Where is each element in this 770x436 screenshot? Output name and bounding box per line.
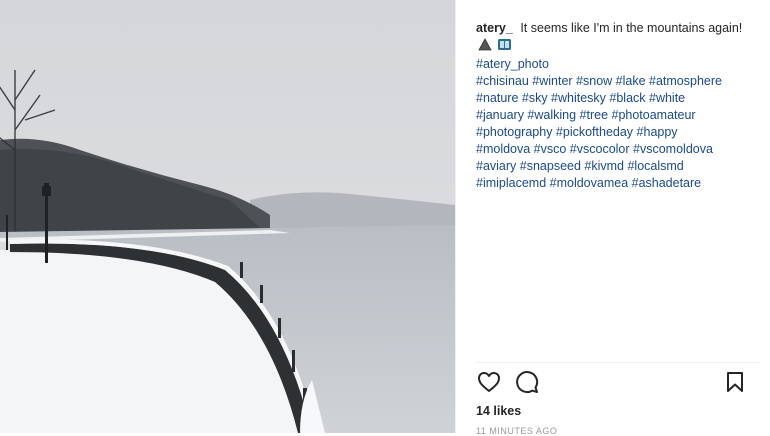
actions-divider (476, 362, 760, 363)
hashtag-line[interactable]: #imiplacemd #moldovamea #ashadetare (476, 175, 761, 192)
post-side-panel: atery_ It seems like I'm in the mountain… (455, 0, 770, 436)
save-button[interactable] (722, 371, 748, 397)
hashtag-line[interactable]: #aviary #snapseed #kivmd #localsmd (476, 158, 761, 175)
instagram-post: atery_ It seems like I'm in the mountain… (0, 0, 770, 436)
comment-button[interactable] (514, 370, 540, 399)
likes-count[interactable]: 14 likes (476, 404, 521, 418)
snowy-lake-photo (0, 0, 455, 433)
post-timestamp: 11 MINUTES AGO (476, 426, 558, 436)
book-emoji (497, 38, 512, 56)
like-button[interactable] (476, 371, 502, 397)
hashtag-line[interactable]: #atery_photo (476, 56, 761, 73)
bookmark-outline-icon (726, 371, 744, 398)
hashtag-line[interactable]: #chisinau #winter #snow #lake #atmospher… (476, 73, 761, 90)
hashtag-line[interactable]: #nature #sky #whitesky #black #white (476, 90, 761, 107)
hashtag-line[interactable]: #january #walking #tree #photoamateur (476, 107, 761, 124)
caption-text: It seems like I'm in the mountains again… (520, 21, 743, 35)
comment-bubble-icon (515, 370, 539, 399)
warning-sign-emoji (478, 38, 492, 56)
hashtag-line[interactable]: #photography #pickoftheday #happy (476, 124, 761, 141)
post-photo[interactable] (0, 0, 455, 433)
post-actions (476, 370, 748, 399)
username-link[interactable]: atery_ (476, 21, 513, 35)
heart-outline-icon (477, 371, 501, 398)
post-caption: atery_ It seems like I'm in the mountain… (476, 20, 761, 192)
hashtag-line[interactable]: #moldova #vsco #vscocolor #vscomoldova (476, 141, 761, 158)
